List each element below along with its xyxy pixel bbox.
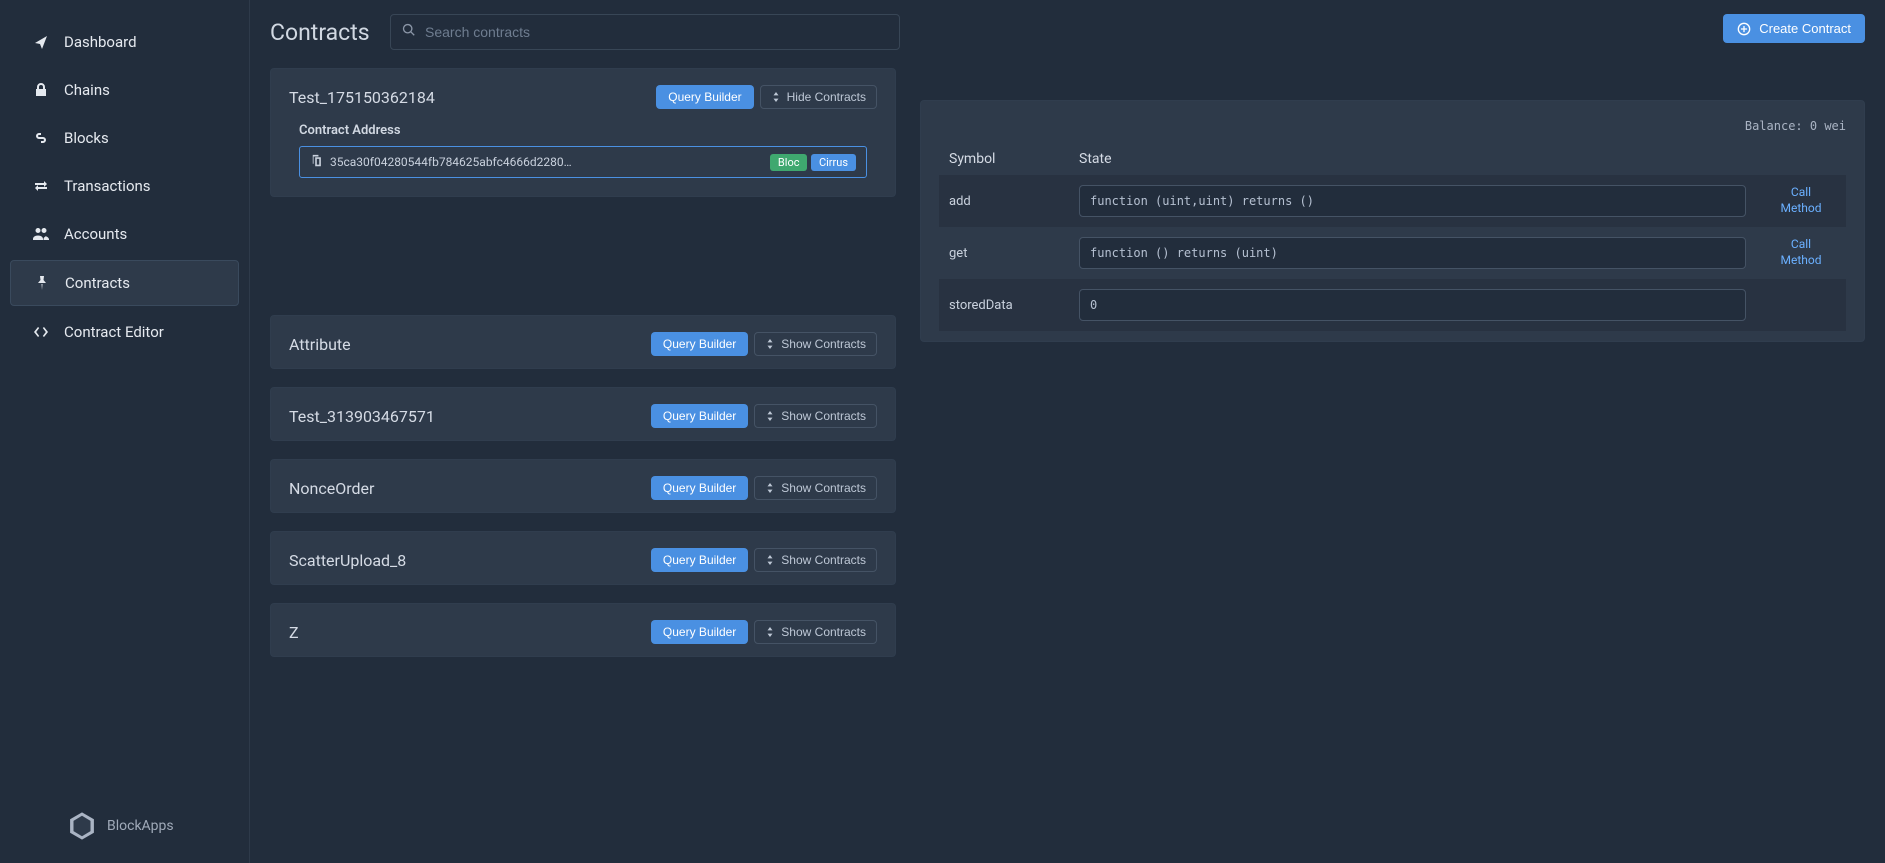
lock-icon	[32, 82, 50, 98]
thumbtack-icon	[33, 275, 51, 291]
users-icon	[32, 226, 50, 242]
contract-name: Attribute	[289, 335, 351, 354]
toggle-label: Show Contracts	[781, 481, 866, 495]
copy-icon[interactable]	[310, 154, 322, 170]
contract-card: ScatterUpload_8 Query Builder Show Contrac…	[270, 531, 896, 585]
toggle-label: Show Contracts	[781, 553, 866, 567]
sidebar-item-accounts[interactable]: Accounts	[10, 212, 239, 256]
sidebar-item-contracts[interactable]: Contracts	[10, 260, 239, 306]
contract-card: Z Query Builder Show Contracts	[270, 603, 896, 657]
page-title: Contracts	[270, 19, 370, 46]
col-symbol-header: Symbol	[939, 143, 1069, 175]
state-value: function () returns (uint)	[1079, 237, 1746, 269]
search-icon	[402, 23, 416, 41]
call-method-link[interactable]: CallMethod	[1781, 237, 1822, 268]
sidebar-item-label: Contracts	[65, 274, 130, 292]
contract-address-value: 35ca30f04280544fb784625abfc4666d2280…	[330, 155, 572, 169]
contract-card: Attribute Query Builder Show Contracts	[270, 315, 896, 369]
tag-bloc: Bloc	[770, 154, 808, 171]
toggle-label: Show Contracts	[781, 337, 866, 351]
sidebar-item-dashboard[interactable]: Dashboard	[10, 20, 239, 64]
exchange-icon	[32, 178, 50, 194]
tag-cirrus: Cirrus	[811, 154, 856, 171]
toggle-contracts-button[interactable]: Show Contracts	[754, 548, 877, 572]
sidebar-item-contract-editor[interactable]: Contract Editor	[10, 310, 239, 354]
brand-logo-icon	[65, 809, 99, 843]
symbol-cell: storedData	[939, 279, 1069, 331]
query-builder-button[interactable]: Query Builder	[656, 85, 753, 109]
contract-address-header: Contract Address	[299, 123, 867, 138]
sidebar-item-label: Accounts	[64, 225, 127, 243]
toggle-label: Show Contracts	[781, 409, 866, 423]
contract-card: Test_313903467571 Query Builder Show Contr…	[270, 387, 896, 441]
sidebar-item-label: Blocks	[64, 129, 109, 147]
code-icon	[32, 324, 50, 340]
contract-name: ScatterUpload_8	[289, 551, 406, 570]
detail-row: storedData 0	[939, 279, 1846, 331]
toggle-contracts-button[interactable]: Hide Contracts	[760, 85, 877, 109]
contract-address-row[interactable]: 35ca30f04280544fb784625abfc4666d2280… Blo…	[299, 146, 867, 178]
toggle-contracts-button[interactable]: Show Contracts	[754, 332, 877, 356]
search-input[interactable]	[390, 14, 900, 50]
query-builder-button[interactable]: Query Builder	[651, 404, 748, 428]
contract-card: Test_175150362184 Query Builder Hide Contr…	[270, 68, 896, 197]
toggle-label: Hide Contracts	[787, 90, 866, 104]
contract-name: Test_175150362184	[289, 88, 435, 107]
brand-label: BlockApps	[107, 818, 174, 834]
balance-label: Balance: 0 wei	[939, 119, 1846, 133]
sidebar-item-blocks[interactable]: Blocks	[10, 116, 239, 160]
sidebar-item-label: Dashboard	[64, 33, 137, 51]
chain-icon	[32, 130, 50, 146]
col-state-header: State	[1069, 143, 1756, 175]
sidebar-item-label: Contract Editor	[64, 323, 164, 341]
sidebar-item-transactions[interactable]: Transactions	[10, 164, 239, 208]
detail-row: get function () returns (uint) CallMethod	[939, 227, 1846, 279]
query-builder-button[interactable]: Query Builder	[651, 332, 748, 356]
call-method-link[interactable]: CallMethod	[1781, 185, 1822, 216]
toggle-contracts-button[interactable]: Show Contracts	[754, 620, 877, 644]
toggle-contracts-button[interactable]: Show Contracts	[754, 404, 877, 428]
contract-detail-panel: Balance: 0 wei Symbol State add function …	[920, 100, 1865, 342]
state-value: 0	[1079, 289, 1746, 321]
brand-footer: BlockApps	[0, 789, 249, 863]
create-contract-button[interactable]: Create Contract	[1723, 14, 1865, 43]
sidebar-item-chains[interactable]: Chains	[10, 68, 239, 112]
contract-name: Test_313903467571	[289, 407, 435, 426]
contract-list: Test_175150362184 Query Builder Hide Contr…	[270, 68, 900, 849]
query-builder-button[interactable]: Query Builder	[651, 476, 748, 500]
toggle-contracts-button[interactable]: Show Contracts	[754, 476, 877, 500]
query-builder-button[interactable]: Query Builder	[651, 620, 748, 644]
toggle-label: Show Contracts	[781, 625, 866, 639]
sidebar: Dashboard Chains Blocks Transactions Account…	[0, 0, 250, 863]
sidebar-item-label: Chains	[64, 81, 110, 99]
cursor-icon	[32, 34, 50, 50]
contract-card: NonceOrder Query Builder Show Contracts	[270, 459, 896, 513]
detail-row: add function (uint,uint) returns () CallMe…	[939, 175, 1846, 227]
state-value: function (uint,uint) returns ()	[1079, 185, 1746, 217]
query-builder-button[interactable]: Query Builder	[651, 548, 748, 572]
symbol-cell: add	[939, 175, 1069, 227]
symbol-cell: get	[939, 227, 1069, 279]
contract-name: Z	[289, 623, 299, 642]
create-contract-label: Create Contract	[1759, 21, 1851, 36]
sidebar-item-label: Transactions	[64, 177, 151, 195]
contract-name: NonceOrder	[289, 479, 374, 498]
